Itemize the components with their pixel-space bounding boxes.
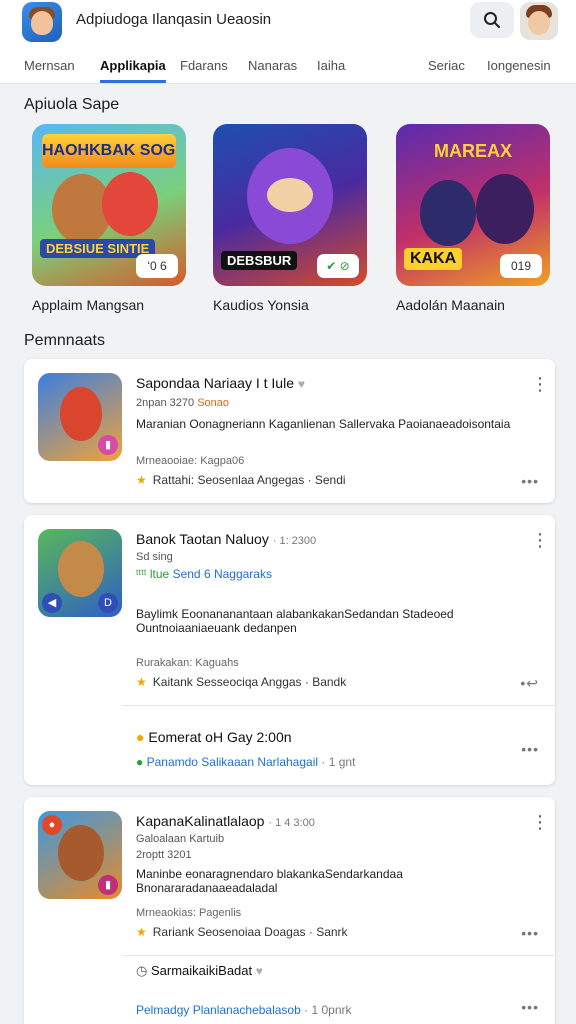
avatar[interactable] — [520, 2, 558, 40]
character-face — [267, 178, 313, 212]
overflow-dots[interactable]: •↩ — [520, 675, 539, 692]
app-logo[interactable] — [22, 2, 62, 42]
item-description: Maranian Oonagneriann Kaganlienan Saller… — [136, 417, 511, 431]
list-item[interactable]: ◀ D Banok Taotan Naluoy · 1: 2300 Sd sin… — [24, 515, 555, 785]
game-badge-icon: ▮ — [98, 435, 118, 455]
overflow-dots[interactable]: ••• — [521, 925, 539, 941]
item-title: Banok Taotan Naluoy · 1: 2300 — [136, 531, 317, 547]
clock-icon: ◷ — [136, 963, 148, 978]
star-icon: ★ — [136, 925, 147, 939]
tab-iongenesin[interactable]: Iongenesin — [487, 57, 551, 83]
overflow-dots[interactable]: ••• — [521, 741, 539, 757]
item-meta: Rurakakan: Kaguahs — [136, 657, 239, 669]
tab-seriac[interactable]: Seriac — [428, 57, 465, 83]
featured-tag: DEBSBUR — [221, 251, 298, 270]
search-button[interactable] — [470, 2, 514, 38]
search-icon — [484, 12, 500, 28]
item-subtitle-2: 2roptt 3201 — [136, 849, 192, 861]
tab-mernsan[interactable]: Mernsan — [24, 57, 75, 83]
featured-badge: 019 — [500, 254, 542, 278]
divider — [122, 705, 555, 706]
star-icon: ★ — [136, 473, 147, 487]
link-icon: ● — [136, 755, 144, 769]
item-title: Sapondaa Nariaay I t Iule ♥ — [136, 375, 306, 391]
overflow-dots[interactable]: ••• — [521, 473, 539, 489]
top-bar: Adpiudoga Ilanqasin Ueaosin Mernsan Appl… — [0, 0, 576, 84]
left-badge-icon: ◀ — [42, 593, 62, 613]
character-art — [102, 172, 158, 236]
item-description: Baylimk Eoonananantaan alabankakanSedand… — [136, 607, 454, 635]
game-badge-icon: ▮ — [98, 875, 118, 895]
featured-caption[interactable]: Aadolán Maanain — [396, 297, 505, 313]
heart-icon[interactable]: ♥ — [256, 964, 263, 978]
featured-card-3[interactable]: MAREAX KAKA 019 — [396, 124, 550, 286]
item-tagline: ᵗᵗᵗᵗ ltue Send 6 Naggaraks — [136, 567, 272, 581]
featured-badge: ʻ0 6 — [136, 254, 178, 278]
character-art — [476, 174, 534, 244]
item-subtitle: Sd sing — [136, 551, 173, 563]
more-menu-icon[interactable]: ⋮ — [531, 531, 549, 549]
event-icon: ● — [136, 729, 145, 745]
item-meta: Mrneaokias: Pagenlis — [136, 907, 242, 919]
featured-card-1[interactable]: HAOHKBAK SOGIUS DEBSIUE SINTIE ʻ0 6 — [32, 124, 186, 286]
more-menu-icon[interactable]: ⋮ — [531, 813, 549, 831]
heart-icon[interactable]: ♥ — [298, 377, 305, 391]
featured-caption[interactable]: Applaim Mangsan — [32, 297, 144, 313]
event-link[interactable]: Pelmadgy Planlanachebalasob · 1 0pnrk — [136, 1003, 352, 1017]
character-art — [58, 541, 104, 597]
item-description: Maninbe eonaragnendaro blakankaSendarkan… — [136, 867, 403, 895]
featured-section-title: Apiuola Sape — [24, 96, 120, 113]
item-subtitle: 2npan 3270 Sonao — [136, 397, 229, 409]
star-icon: ★ — [136, 675, 147, 689]
app-thumbnail: ◀ D — [38, 529, 122, 617]
character-art — [420, 180, 476, 246]
featured-caption[interactable]: Kaudios Yonsia — [213, 297, 309, 313]
logo-face — [31, 11, 53, 35]
item-meta: Mrneaooiae: Kagpa06 — [136, 455, 245, 467]
item-rating: ★ Rattahi: Seosenlaa Angegas · Sendi — [136, 473, 346, 487]
featured-banner: HAOHKBAK SOGIUS — [42, 134, 176, 168]
tab-fdarans[interactable]: Fdarans — [180, 57, 228, 83]
item-title: KapanaKalinatlalaop · 1 4 3:00 — [136, 813, 315, 829]
game-badge-icon: D — [98, 593, 118, 613]
featured-badge: ✔ ⊘ — [317, 254, 359, 278]
item-rating: ★ Kaitank Sesseociqa Anggas · Bandk — [136, 675, 347, 689]
top-badge-icon: ● — [42, 815, 62, 835]
list-item[interactable]: ▮ Sapondaa Nariaay I t Iule ♥ 2npan 3270… — [24, 359, 555, 503]
avatar-face — [528, 11, 550, 35]
overflow-dots[interactable]: ••• — [521, 999, 539, 1015]
character-art — [58, 825, 104, 881]
featured-banner: MAREAX — [433, 141, 512, 161]
tab-bar: Mernsan Applikapia Fdarans Nanaras Iaiha… — [0, 57, 576, 83]
tab-nanaras[interactable]: Nanaras — [248, 57, 297, 83]
event-title: ● Eomerat oH Gay 2:00n — [136, 729, 292, 745]
character-art — [60, 387, 102, 441]
list-section-title: Pemnnaats — [24, 332, 105, 349]
app-thumbnail: ▮ — [38, 373, 122, 461]
tab-iaiha[interactable]: Iaiha — [317, 57, 345, 83]
app-title: Adpiudoga Ilanqasin Ueaosin — [76, 11, 272, 28]
item-rating: ★ Rariank Seosenoiaa Doagas · Sanrk — [136, 925, 348, 939]
featured-card-2[interactable]: DEBSBUR ✔ ⊘ — [213, 124, 367, 286]
event-link[interactable]: ● Panamdo Salikaaan Narlahagail · 1 gnt — [136, 755, 355, 769]
event-title: ◷ SarmaikaikiBadat ♥ — [136, 963, 263, 978]
list-item[interactable]: ● ▮ KapanaKalinatlalaop · 1 4 3:00 Galoa… — [24, 797, 555, 1024]
featured-tag: KAKA — [404, 248, 463, 270]
tab-applikapia[interactable]: Applikapia — [100, 57, 166, 83]
item-subtitle: Galoalaan Kartuib — [136, 833, 225, 845]
app-thumbnail: ● ▮ — [38, 811, 122, 899]
more-menu-icon[interactable]: ⋮ — [531, 375, 549, 393]
divider — [122, 955, 555, 956]
